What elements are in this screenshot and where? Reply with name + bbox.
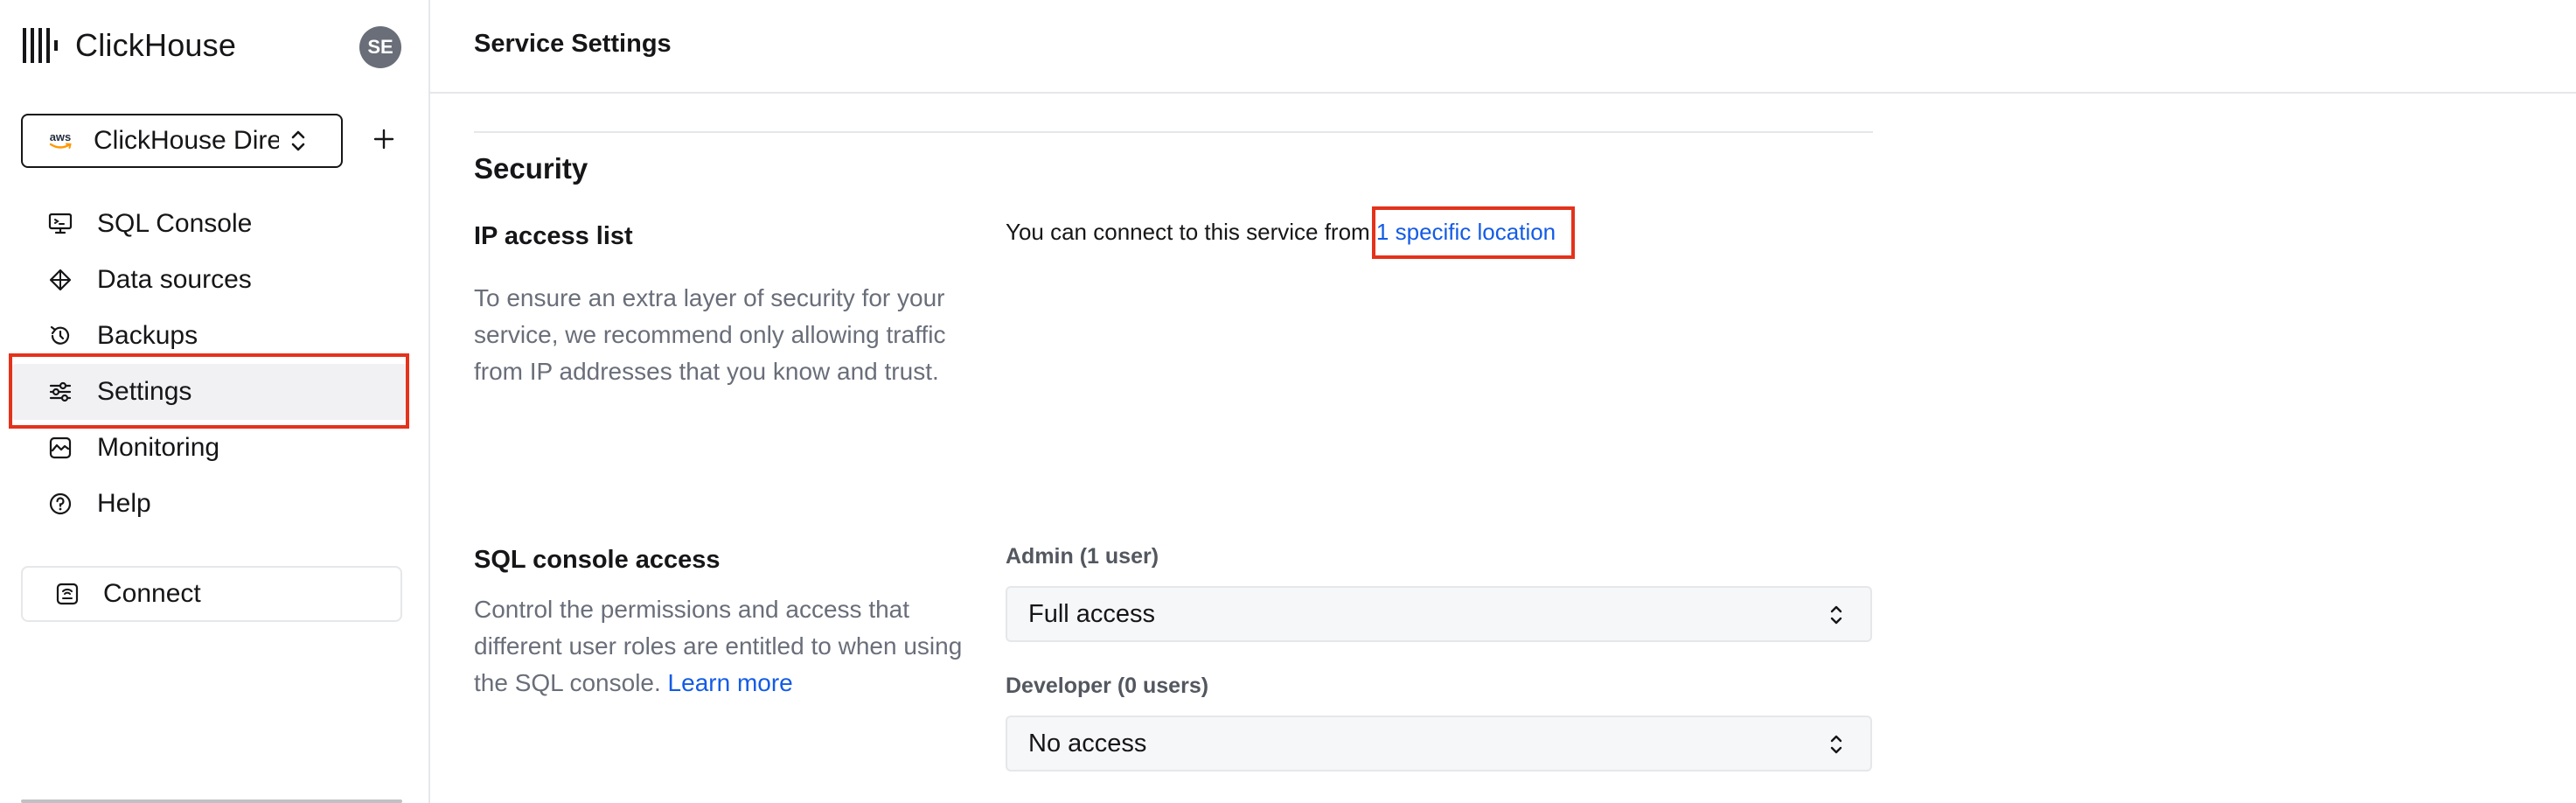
sidebar-item-label: Data sources — [97, 265, 252, 294]
ip-access-description: To ensure an extra layer of security for… — [474, 284, 946, 385]
connect-button[interactable]: Connect — [21, 566, 402, 622]
sidebar-item-sql-console[interactable]: SQL Console — [10, 196, 409, 252]
developer-access-value: No access — [1028, 729, 1147, 758]
connect-label: Connect — [103, 579, 201, 608]
clickhouse-logo-icon — [23, 26, 59, 65]
logo[interactable]: ClickHouse — [23, 23, 236, 68]
ip-access-location-link[interactable]: 1 specific location — [1376, 219, 1556, 245]
sidebar-item-label: Backups — [97, 321, 198, 350]
sql-console-icon — [47, 211, 73, 237]
sidebar-item-data-sources[interactable]: Data sources — [10, 252, 409, 308]
sidebar-item-help[interactable]: Help — [10, 476, 409, 532]
help-icon — [47, 491, 73, 517]
backups-icon — [47, 323, 73, 349]
sidebar-item-backups[interactable]: Backups — [10, 308, 409, 364]
aws-text: aws — [49, 130, 72, 143]
sidebar-item-label: Help — [97, 489, 151, 518]
brand-name: ClickHouse — [75, 27, 237, 63]
sidebar-item-label: Settings — [97, 377, 192, 406]
monitoring-icon — [47, 435, 73, 461]
settings-sliders-icon — [47, 379, 73, 405]
ip-access-status: You can connect to this service from 1 s… — [1006, 219, 1556, 246]
sidebar-item-label: Monitoring — [97, 433, 220, 462]
ip-access-list-label: IP access list — [474, 222, 633, 250]
chevron-up-down-icon — [289, 129, 307, 152]
sidebar-item-settings[interactable]: Settings — [10, 364, 409, 420]
service-selector[interactable]: aws ClickHouse Direct — [21, 114, 343, 168]
developer-access-select[interactable]: No access — [1006, 716, 1872, 772]
chevron-up-down-icon — [1828, 604, 1844, 626]
chevron-up-down-icon — [1828, 733, 1844, 756]
sidebar: ClickHouse SE aws ClickHouse Direct SQL … — [0, 0, 430, 803]
sidebar-item-monitoring[interactable]: Monitoring — [10, 420, 409, 476]
developer-role-label: Developer (0 users) — [1006, 674, 1209, 698]
service-name: ClickHouse Direct — [94, 126, 279, 155]
section-divider — [474, 131, 1873, 133]
admin-access-value: Full access — [1028, 599, 1156, 628]
sidebar-item-label: SQL Console — [97, 209, 253, 238]
data-sources-icon — [47, 267, 73, 293]
plus-icon — [373, 129, 394, 150]
connect-icon — [54, 581, 80, 607]
security-section-title: Security — [474, 152, 588, 185]
admin-role-label: Admin (1 user) — [1006, 544, 1159, 569]
sql-console-access-label: SQL console access — [474, 546, 721, 574]
avatar[interactable]: SE — [359, 26, 401, 68]
sidebar-nav: SQL Console Data sources Backups Setting… — [10, 196, 409, 532]
ip-access-status-text: You can connect to this service from — [1006, 219, 1376, 245]
page-title: Service Settings — [474, 30, 672, 58]
page-header: Service Settings — [430, 0, 2576, 94]
avatar-initials: SE — [367, 36, 393, 58]
admin-access-select[interactable]: Full access — [1006, 586, 1872, 642]
sql-console-access-description: Control the permissions and access that … — [474, 591, 964, 702]
aws-icon: aws — [47, 130, 73, 150]
learn-more-link[interactable]: Learn more — [668, 669, 793, 696]
sidebar-scroll-indicator — [21, 800, 402, 803]
add-service-button[interactable] — [371, 126, 397, 152]
